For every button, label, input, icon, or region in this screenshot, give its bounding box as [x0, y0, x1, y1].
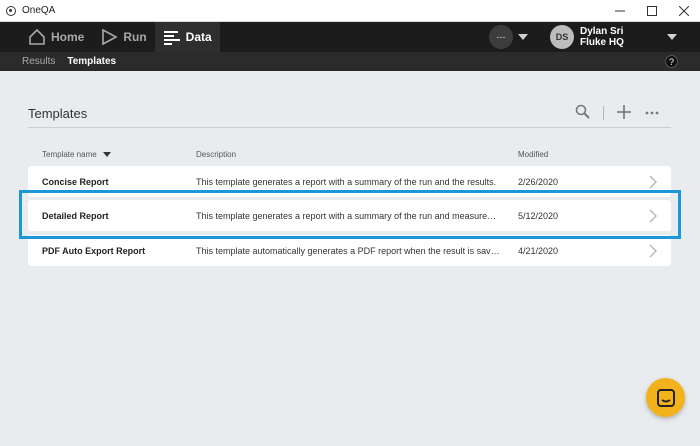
- column-header-label: Template name: [42, 150, 97, 159]
- close-icon: [679, 6, 689, 16]
- nav-home-label: Home: [51, 30, 85, 44]
- window-title: OneQA: [22, 5, 56, 16]
- app-logo-icon: [6, 5, 16, 16]
- selected-row-highlight: [19, 190, 681, 239]
- help-icon[interactable]: ?: [665, 55, 678, 68]
- column-header-template-name[interactable]: Template name: [42, 150, 111, 159]
- template-description: This template generates a report with a …: [196, 177, 497, 187]
- nav-data-label: Data: [185, 30, 212, 44]
- play-icon: [102, 28, 119, 46]
- template-name: PDF Auto Export Report: [42, 246, 146, 256]
- maximize-icon: [647, 6, 657, 16]
- column-header-modified[interactable]: Modified: [518, 150, 548, 159]
- more-options-button[interactable]: [644, 104, 660, 125]
- status-dropdown-icon[interactable]: [518, 34, 528, 40]
- user-info[interactable]: Dylan Sri Fluke HQ: [580, 26, 624, 48]
- minimize-button[interactable]: [604, 0, 636, 22]
- more-horizontal-icon: [645, 111, 659, 115]
- plus-icon: [617, 105, 631, 119]
- nav-run[interactable]: Run: [92, 22, 154, 52]
- window-controls: [604, 0, 700, 22]
- template-modified: 2/26/2020: [518, 177, 559, 187]
- chevron-right-icon: [649, 175, 657, 189]
- chat-support-button[interactable]: [646, 378, 685, 417]
- chevron-right-icon: [649, 244, 657, 258]
- maximize-button[interactable]: [636, 0, 668, 22]
- nav-home[interactable]: Home: [20, 22, 92, 52]
- chat-icon: [656, 388, 675, 407]
- sub-navigation: Results Templates ?: [0, 52, 700, 71]
- user-name: Dylan Sri: [580, 26, 624, 37]
- status-indicator[interactable]: ---: [489, 25, 513, 49]
- data-icon: [163, 31, 180, 45]
- user-org: Fluke HQ: [580, 37, 624, 48]
- search-button[interactable]: [575, 104, 591, 125]
- table-row[interactable]: PDF Auto Export Report This template aut…: [28, 235, 671, 266]
- page-title: Templates: [28, 106, 88, 121]
- toolbar-divider: [603, 106, 604, 120]
- search-icon: [575, 104, 590, 119]
- template-description: This template automatically generates a …: [196, 246, 502, 256]
- close-button[interactable]: [668, 0, 700, 22]
- user-menu-chevron-icon[interactable]: [667, 34, 677, 40]
- subnav-templates[interactable]: Templates: [67, 56, 116, 67]
- nav-run-label: Run: [123, 30, 147, 44]
- sort-descending-icon: [102, 152, 111, 158]
- home-icon: [29, 28, 45, 45]
- add-template-button[interactable]: [616, 104, 632, 125]
- avatar[interactable]: DS: [550, 25, 574, 49]
- subnav-results[interactable]: Results: [22, 56, 55, 67]
- header-divider: [28, 127, 671, 128]
- nav-data[interactable]: Data: [154, 22, 220, 52]
- window-title-bar: OneQA: [0, 0, 700, 22]
- minimize-icon: [615, 10, 625, 12]
- top-navigation: Home Run Data --- DS Dylan Sri Fluke HQ: [0, 22, 700, 52]
- template-name: Concise Report: [42, 177, 109, 187]
- template-modified: 4/21/2020: [518, 246, 559, 256]
- column-header-description[interactable]: Description: [196, 150, 236, 159]
